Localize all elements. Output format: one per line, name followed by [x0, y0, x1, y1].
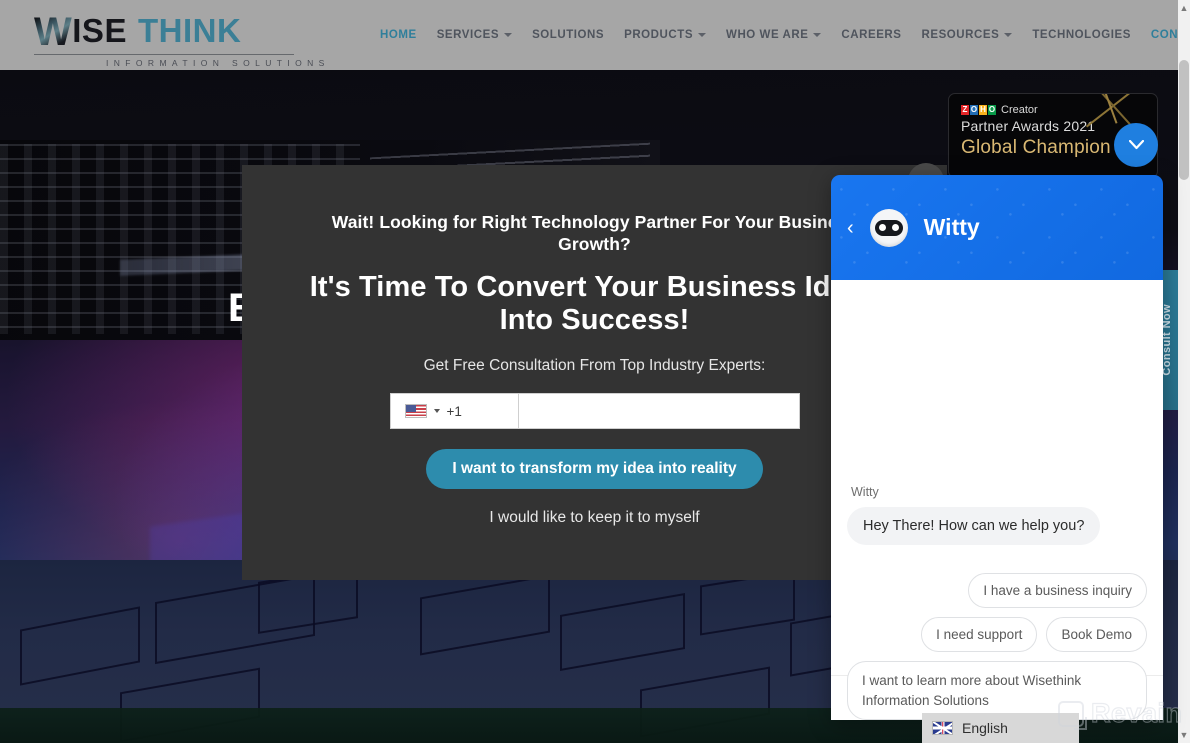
- chevron-down-icon: [504, 33, 513, 37]
- nav-label-solutions: SOLUTIONS: [532, 29, 605, 41]
- scrollbar-thumb[interactable]: [1179, 60, 1189, 180]
- country-code-selector[interactable]: +1: [391, 394, 519, 429]
- uk-flag-icon: [932, 721, 953, 735]
- chevron-down-icon: [698, 33, 707, 37]
- chevron-down-icon: [1128, 140, 1144, 150]
- language-selector[interactable]: English: [922, 713, 1079, 743]
- page-root: WISE THINK INFORMATION SOLUTIONS HOME SER…: [0, 0, 1190, 743]
- logo-tagline: INFORMATION SOLUTIONS: [34, 54, 324, 68]
- nav-label-who-we-are: WHO WE ARE: [726, 29, 809, 41]
- decline-link[interactable]: I would like to keep it to myself: [296, 509, 893, 527]
- chat-title: Witty: [923, 214, 980, 240]
- modal-kicker-text: Wait! Looking for Right Technology Partn…: [331, 212, 858, 255]
- award-expand-button[interactable]: [1114, 123, 1158, 167]
- chevron-down-icon: [1004, 33, 1013, 37]
- scroll-up-arrow[interactable]: ▲: [1179, 2, 1189, 14]
- scroll-down-arrow[interactable]: ▼: [1179, 729, 1189, 741]
- bot-avatar-icon: [869, 208, 908, 247]
- award-brand-label: Creator: [1001, 104, 1038, 116]
- chevron-down-icon: [813, 33, 822, 37]
- zoho-logo-icon: ZOHO: [961, 105, 996, 115]
- site-logo[interactable]: WISE THINK INFORMATION SOLUTIONS: [34, 10, 324, 68]
- chat-widget: ‹ Witty Witty Hey There! How can we help…: [831, 175, 1163, 720]
- nav-item-solutions[interactable]: SOLUTIONS: [522, 29, 614, 41]
- main-nav: HOME SERVICES SOLUTIONS PRODUCTS WHO WE …: [370, 0, 1190, 70]
- chevron-down-icon: [433, 409, 440, 414]
- quick-reply-business-inquiry[interactable]: I have a business inquiry: [968, 573, 1147, 608]
- top-navigation-bar: WISE THINK INFORMATION SOLUTIONS HOME SER…: [0, 0, 1190, 70]
- quick-reply-group: I have a business inquiry I need support…: [847, 573, 1147, 720]
- nav-item-home[interactable]: HOME: [370, 29, 427, 41]
- nav-item-products[interactable]: PRODUCTS: [614, 29, 716, 41]
- phone-number-input[interactable]: [518, 394, 799, 429]
- nav-item-careers[interactable]: CAREERS: [831, 29, 911, 41]
- modal-title: It's Time To Convert Your Business Ideas…: [309, 270, 880, 336]
- chat-message-list: Witty Hey There! How can we help you? I …: [831, 280, 1163, 720]
- nav-item-who-we-are[interactable]: WHO WE ARE: [716, 29, 831, 41]
- phone-input-group: +1: [389, 393, 800, 430]
- language-label: English: [962, 720, 1008, 736]
- quick-reply-book-demo[interactable]: Book Demo: [1046, 617, 1147, 652]
- country-code-label: +1: [446, 403, 462, 419]
- nav-label-resources: RESOURCES: [921, 29, 1000, 41]
- modal-subtitle: Get Free Consultation From Top Industry …: [423, 357, 766, 375]
- logo-word-think: THINK: [137, 12, 242, 49]
- logo-letter-w: W: [34, 10, 73, 54]
- us-flag-icon: [404, 404, 427, 419]
- bot-message-bubble: Hey There! How can we help you?: [847, 507, 1101, 545]
- chat-header: ‹ Witty: [831, 175, 1163, 280]
- nav-label-services: SERVICES: [436, 29, 500, 41]
- back-chevron-icon[interactable]: ‹: [847, 218, 854, 238]
- nav-label-careers: CAREERS: [841, 29, 902, 41]
- quick-reply-learn-more[interactable]: I want to learn more about Wisethink Inf…: [847, 661, 1147, 720]
- quick-reply-need-support[interactable]: I need support: [921, 617, 1038, 652]
- nav-item-technologies[interactable]: TECHNOLOGIES: [1022, 29, 1141, 41]
- nav-item-resources[interactable]: RESOURCES: [912, 29, 1023, 41]
- nav-label-home: HOME: [380, 29, 417, 41]
- page-scrollbar[interactable]: ▲ ▼: [1178, 0, 1190, 743]
- submit-consultation-button[interactable]: I want to transform my idea into reality: [426, 449, 763, 490]
- nav-label-technologies: TECHNOLOGIES: [1032, 29, 1131, 41]
- nav-item-services[interactable]: SERVICES: [427, 29, 522, 41]
- message-author: Witty: [851, 485, 879, 499]
- nav-label-products: PRODUCTS: [624, 29, 694, 41]
- logo-word-ise: ISE: [72, 12, 127, 49]
